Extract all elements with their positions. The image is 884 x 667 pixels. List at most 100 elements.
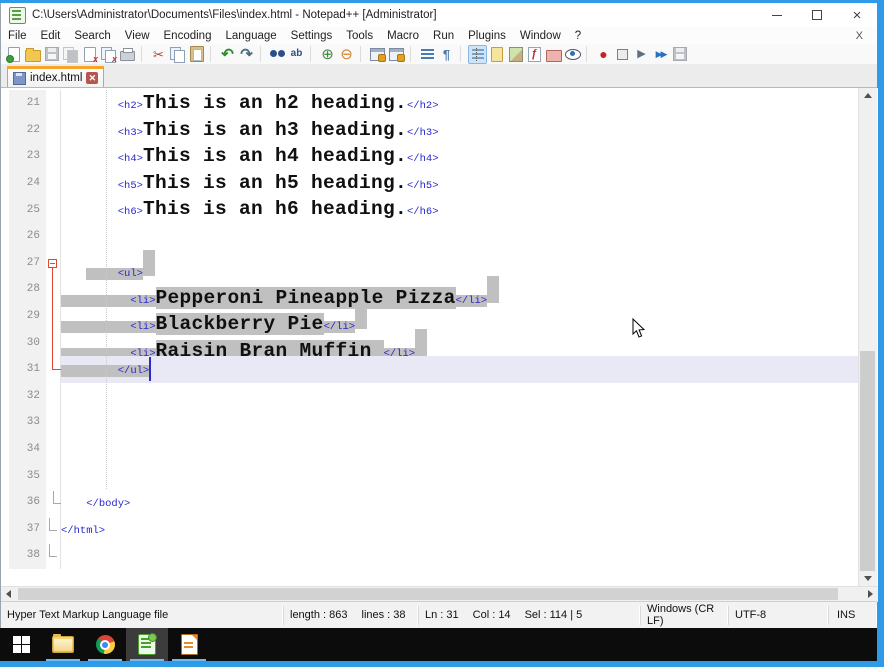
fold-margin[interactable]: [46, 462, 61, 489]
define-your-language-icon[interactable]: [487, 45, 506, 64]
word-wrap-icon[interactable]: [418, 45, 437, 64]
chrome-icon[interactable]: [84, 628, 126, 661]
code-line-33[interactable]: 33: [1, 409, 858, 436]
fold-margin[interactable]: [46, 170, 61, 197]
minimize-button[interactable]: [757, 3, 797, 27]
fold-margin[interactable]: [46, 383, 61, 410]
menu-file[interactable]: File: [1, 30, 34, 42]
status-insert-mode[interactable]: INS: [829, 606, 877, 625]
code-content[interactable]: <h4>This is an h4 heading.</h4>: [61, 143, 858, 170]
status-encoding[interactable]: UTF-8: [729, 606, 829, 625]
menu-settings[interactable]: Settings: [284, 30, 340, 42]
fold-margin[interactable]: [46, 143, 61, 170]
sync-vertical-scrolling-icon[interactable]: [368, 45, 387, 64]
code-content[interactable]: </html>: [61, 516, 858, 543]
monitoring-icon[interactable]: [563, 45, 582, 64]
save-file-icon[interactable]: [42, 45, 61, 64]
code-content[interactable]: <h3>This is an h3 heading.</h3>: [61, 117, 858, 144]
menu-encoding[interactable]: Encoding: [157, 30, 219, 42]
file-explorer-icon[interactable]: [42, 628, 84, 661]
replace-icon[interactable]: ab: [287, 45, 306, 64]
fold-margin[interactable]: [46, 223, 61, 250]
code-line-24[interactable]: 24 <h5>This is an h5 heading.</h5>: [1, 170, 858, 197]
scroll-left-icon[interactable]: [6, 590, 11, 598]
show-indent-guide-icon[interactable]: [468, 45, 487, 64]
macro-stop-icon[interactable]: [613, 45, 632, 64]
function-list-icon[interactable]: [525, 45, 544, 64]
code-content[interactable]: <li>Blackberry Pie</li>: [61, 303, 858, 330]
notepad-plus-plus-icon[interactable]: [126, 628, 168, 661]
code-line-36[interactable]: 36 </body>: [1, 489, 858, 516]
code-line-21[interactable]: 21 <h2>This is an h2 heading.</h2>: [1, 90, 858, 117]
redo-icon[interactable]: ↷: [237, 45, 256, 64]
undo-icon[interactable]: ↶: [218, 45, 237, 64]
code-content[interactable]: <li>Pepperoni Pineapple Pizza</li>: [61, 276, 858, 303]
menu-window[interactable]: Window: [513, 30, 568, 42]
horizontal-scrollbar[interactable]: [1, 586, 878, 602]
menu-tools[interactable]: Tools: [339, 30, 380, 42]
fold-margin[interactable]: [46, 90, 61, 117]
code-line-29[interactable]: 29 <li>Blackberry Pie</li>: [1, 303, 858, 330]
code-line-34[interactable]: 34: [1, 436, 858, 463]
code-line-30[interactable]: 30 <li>Raisin Bran Muffin </li>: [1, 329, 858, 356]
vertical-scrollbar-thumb[interactable]: [860, 351, 875, 571]
menu-help[interactable]: ?: [568, 30, 588, 42]
status-eol-format[interactable]: Windows (CR LF): [641, 606, 729, 625]
horizontal-scrollbar-thumb[interactable]: [18, 588, 838, 600]
code-line-25[interactable]: 25 <h6>This is an h6 heading.</h6>: [1, 196, 858, 223]
restore-button[interactable]: [797, 3, 837, 27]
close-all-icon[interactable]: x: [99, 45, 118, 64]
macro-record-icon[interactable]: ●: [594, 45, 613, 64]
code-line-28[interactable]: 28 <li>Pepperoni Pineapple Pizza</li>: [1, 276, 858, 303]
code-line-31[interactable]: 31 </ul>: [1, 356, 858, 383]
code-content[interactable]: [61, 542, 858, 569]
macro-run-multiple-icon[interactable]: ▶▶: [651, 45, 670, 64]
find-icon[interactable]: [268, 45, 287, 64]
close-document-button[interactable]: X: [856, 30, 863, 42]
code-content[interactable]: <ul>: [61, 250, 858, 277]
fold-margin[interactable]: [46, 329, 61, 356]
macro-playback-icon[interactable]: ▶: [632, 45, 651, 64]
print-icon[interactable]: [118, 45, 137, 64]
show-all-characters-icon[interactable]: ¶: [437, 45, 456, 64]
fold-margin[interactable]: [46, 409, 61, 436]
menu-macro[interactable]: Macro: [380, 30, 426, 42]
code-line-27[interactable]: 27 <ul>: [1, 250, 858, 277]
code-content[interactable]: <li>Raisin Bran Muffin </li>: [61, 329, 858, 356]
fold-margin[interactable]: [46, 117, 61, 144]
zoom-out-icon[interactable]: ⊖: [337, 45, 356, 64]
code-content[interactable]: <h6>This is an h6 heading.</h6>: [61, 196, 858, 223]
menu-plugins[interactable]: Plugins: [461, 30, 513, 42]
menu-view[interactable]: View: [118, 30, 157, 42]
code-line-32[interactable]: 32: [1, 383, 858, 410]
code-content[interactable]: [61, 223, 858, 250]
open-file-icon[interactable]: [23, 45, 42, 64]
code-content[interactable]: <h2>This is an h2 heading.</h2>: [61, 90, 858, 117]
new-file-icon[interactable]: [4, 45, 23, 64]
menu-search[interactable]: Search: [67, 30, 117, 42]
code-content[interactable]: [61, 409, 858, 436]
save-all-icon[interactable]: [61, 45, 80, 64]
menu-language[interactable]: Language: [218, 30, 283, 42]
menu-run[interactable]: Run: [426, 30, 461, 42]
code-content[interactable]: </ul>: [61, 356, 858, 383]
scroll-right-icon[interactable]: [868, 590, 873, 598]
scroll-up-icon[interactable]: [864, 93, 872, 98]
cut-icon[interactable]: ✂: [149, 45, 168, 64]
zoom-in-icon[interactable]: ⊕: [318, 45, 337, 64]
paste-icon[interactable]: [187, 45, 206, 64]
fold-margin[interactable]: [46, 436, 61, 463]
vertical-scrollbar[interactable]: [858, 88, 877, 586]
code-content[interactable]: [61, 462, 858, 489]
scroll-down-icon[interactable]: [864, 576, 872, 581]
code-content[interactable]: [61, 436, 858, 463]
fold-margin[interactable]: [46, 276, 61, 303]
sync-horizontal-scrolling-icon[interactable]: [387, 45, 406, 64]
copy-icon[interactable]: [168, 45, 187, 64]
code-content[interactable]: [61, 383, 858, 410]
close-button[interactable]: ×: [837, 3, 877, 27]
fold-margin[interactable]: [46, 196, 61, 223]
code-line-37[interactable]: 37</html>: [1, 516, 858, 543]
code-content[interactable]: <h5>This is an h5 heading.</h5>: [61, 170, 858, 197]
code-content[interactable]: </body>: [61, 489, 858, 516]
